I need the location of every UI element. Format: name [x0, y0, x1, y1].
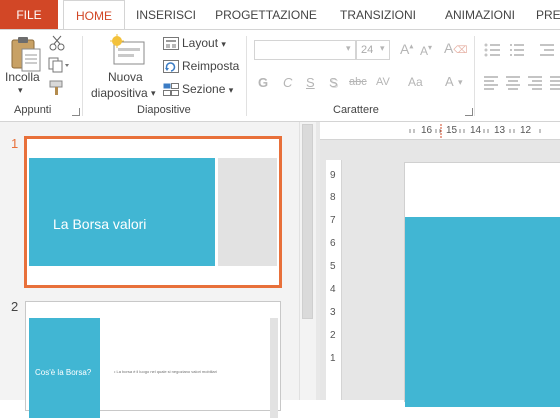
- ruler-label: 3: [330, 307, 336, 318]
- tab-presentazione[interactable]: PRE: [536, 0, 560, 30]
- slides-group-label: Diapositive: [137, 104, 191, 116]
- section-chevron-icon: ▾: [228, 85, 234, 95]
- ruler-label: 2: [330, 330, 336, 341]
- character-spacing-button[interactable]: AV: [376, 76, 390, 88]
- slide-edit-pane[interactable]: [320, 122, 560, 407]
- change-case-button[interactable]: Aa: [408, 75, 423, 89]
- paste-button[interactable]: [8, 36, 44, 74]
- new-slide-button[interactable]: [108, 34, 148, 68]
- ruler-label: 9: [330, 170, 336, 181]
- ruler-label: 15: [446, 125, 458, 136]
- slide-number: 1: [11, 136, 19, 151]
- ribbon: Incolla ▾ Appunti Nuova diapositiva ▾ La…: [0, 29, 560, 122]
- side-shape: [218, 158, 277, 266]
- font-group-label: Carattere: [333, 104, 379, 116]
- group-divider: [474, 36, 475, 116]
- slide-thumbnail-1[interactable]: La Borsa valori: [24, 136, 282, 288]
- font-name-chevron-icon[interactable]: ▾: [346, 43, 351, 54]
- new-slide-label-2[interactable]: diapositiva: [91, 86, 148, 100]
- title-shape: La Borsa valori: [29, 158, 215, 266]
- font-color-chevron-icon[interactable]: ▾: [458, 77, 463, 88]
- bullets-icon[interactable]: [484, 42, 560, 105]
- slide-bullet-text: La borsa è il luogo nel quale si negozia…: [116, 369, 217, 374]
- title-shape: Cos'è la Borsa?: [29, 318, 100, 418]
- layout-chevron-icon: ▾: [221, 39, 226, 49]
- clear-formatting-icon[interactable]: A⌫: [444, 40, 467, 56]
- tab-progettazione[interactable]: PROGETTAZIONE: [210, 0, 322, 30]
- format-painter-icon[interactable]: [48, 80, 66, 99]
- new-slide-label-1[interactable]: Nuova: [108, 70, 143, 84]
- horizontal-ruler: 16 15 14 13 12: [320, 122, 560, 140]
- shrink-font-icon[interactable]: A▾: [420, 43, 432, 58]
- copy-icon[interactable]: [48, 57, 70, 76]
- new-slide-icon: [110, 34, 145, 65]
- paste-icon: [11, 37, 41, 72]
- group-divider: [246, 36, 247, 116]
- font-dialog-launcher-icon[interactable]: [465, 108, 473, 116]
- underline-button[interactable]: S: [306, 75, 315, 90]
- tab-home[interactable]: HOME: [63, 0, 125, 30]
- italic-button[interactable]: C: [283, 75, 292, 90]
- side-shape: [270, 318, 278, 418]
- slide-thumbnail-pane[interactable]: 1 La Borsa valori 2 Cos'è la Borsa? • La…: [0, 122, 299, 418]
- group-divider: [82, 36, 83, 116]
- reset-icon: [163, 60, 179, 77]
- bold-button[interactable]: G: [258, 75, 268, 90]
- slide-bullet: • La borsa è il luogo nel quale si negoz…: [114, 369, 217, 374]
- tab-animazioni[interactable]: ANIMAZIONI: [434, 0, 526, 30]
- slide-number: 2: [11, 299, 19, 314]
- slide-canvas[interactable]: [404, 162, 560, 407]
- title-shape[interactable]: [405, 217, 560, 407]
- ruler-label: 13: [494, 125, 506, 136]
- layout-button[interactable]: Layout ▾: [182, 36, 226, 50]
- paste-dropdown-chevron-icon[interactable]: ▾: [18, 85, 23, 96]
- slide-title: Cos'è la Borsa?: [35, 368, 92, 377]
- paste-label[interactable]: Incolla: [5, 70, 40, 84]
- ruler-label: 7: [330, 215, 336, 226]
- ruler-label: 8: [330, 192, 336, 203]
- layout-label: Layout: [182, 36, 219, 50]
- strikethrough-button[interactable]: abc: [349, 76, 367, 88]
- ruler-label: 14: [470, 125, 482, 136]
- ribbon-tab-bar: FILE HOME INSERISCI PROGETTAZIONE TRANSI…: [0, 0, 560, 30]
- grow-font-icon[interactable]: A▴: [400, 41, 413, 57]
- section-icon: [163, 83, 179, 99]
- tab-transizioni[interactable]: TRANSIZIONI: [330, 0, 426, 30]
- new-slide-chevron-icon[interactable]: ▾: [151, 88, 156, 99]
- ruler-label: 6: [330, 238, 336, 249]
- reset-button[interactable]: Reimposta: [182, 59, 239, 73]
- ruler-label: 1: [330, 353, 336, 364]
- vertical-ruler: 9 8 7 6 5 4 3 2 1: [326, 160, 342, 400]
- slide-thumbnail-2[interactable]: Cos'è la Borsa? • La borsa è il luogo ne…: [25, 301, 281, 418]
- font-name-field[interactable]: [254, 40, 356, 60]
- clipboard-dialog-launcher-icon[interactable]: [72, 108, 80, 116]
- ruler-label: 5: [330, 261, 336, 272]
- ruler-label: 4: [330, 284, 336, 295]
- tab-inserisci[interactable]: INSERISCI: [128, 0, 204, 30]
- clipboard-group-label: Appunti: [14, 104, 52, 116]
- ruler-label: 16: [421, 125, 433, 136]
- slide-title: La Borsa valori: [53, 216, 147, 232]
- ruler-label: 12: [520, 125, 532, 136]
- scrollbar-thumb[interactable]: [302, 124, 313, 319]
- shadow-button[interactable]: S: [329, 75, 338, 90]
- cut-icon[interactable]: [48, 35, 66, 54]
- font-color-button[interactable]: A: [445, 74, 454, 89]
- layout-icon: [163, 37, 179, 53]
- section-label: Sezione: [182, 82, 226, 96]
- section-button[interactable]: Sezione ▾: [182, 82, 233, 96]
- font-size-chevron-icon[interactable]: ▾: [380, 43, 385, 54]
- tab-file[interactable]: FILE: [0, 0, 58, 30]
